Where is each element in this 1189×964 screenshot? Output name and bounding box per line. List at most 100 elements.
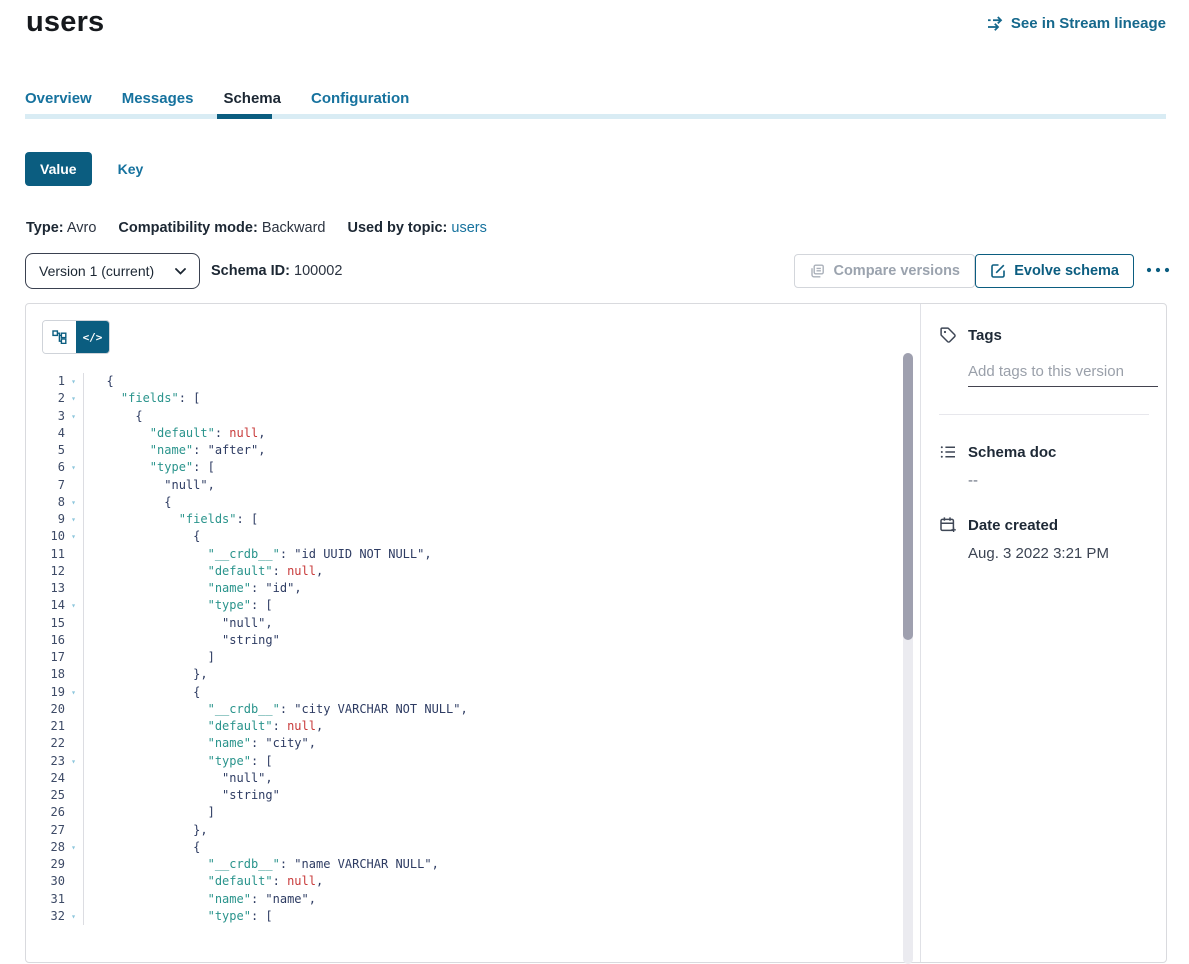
tab-messages[interactable]: Messages: [122, 90, 194, 117]
code-text: {: [83, 494, 896, 511]
compare-versions-button[interactable]: Compare versions: [794, 254, 975, 288]
version-dropdown[interactable]: Version 1 (current): [25, 253, 200, 289]
tab-schema[interactable]: Schema: [223, 90, 281, 117]
lineage-link-label: See in Stream lineage: [1011, 15, 1166, 32]
page-title: users: [26, 6, 104, 39]
code-line: 21 "default": null,: [26, 718, 896, 735]
fold-toggle-icon[interactable]: ▾: [65, 373, 82, 390]
fold-toggle-icon[interactable]: ▾: [65, 408, 82, 425]
code-line: 32▾ "type": [: [26, 908, 896, 925]
code-line: 7 "null",: [26, 477, 896, 494]
value-toggle-button[interactable]: Value: [25, 152, 92, 186]
version-dropdown-value: Version 1 (current): [39, 263, 154, 279]
code-view-button[interactable]: </>: [76, 321, 109, 353]
line-number: 6: [26, 459, 65, 476]
schema-doc-value: --: [968, 472, 1149, 489]
code-text: "null",: [83, 770, 896, 787]
line-number: 30: [26, 873, 65, 890]
schema-code-pane: </> 1▾ {2▾ "fields": [3▾ {4 "default": n…: [26, 304, 921, 962]
fold-toggle-icon[interactable]: ▾: [65, 684, 82, 701]
code-text: },: [83, 822, 896, 839]
fold-toggle-icon[interactable]: ▾: [65, 390, 82, 407]
code-line: 13 "name": "id",: [26, 580, 896, 597]
line-number: 9: [26, 511, 65, 528]
line-number: 25: [26, 787, 65, 804]
code-text: "name": "id",: [83, 580, 896, 597]
compare-versions-icon: [809, 263, 825, 279]
see-in-stream-lineage-link[interactable]: See in Stream lineage: [987, 15, 1166, 32]
tree-view-button[interactable]: [43, 321, 76, 353]
fold-spacer: [65, 873, 82, 890]
evolve-schema-button[interactable]: Evolve schema: [975, 254, 1134, 288]
tab-bar: Overview Messages Schema Configuration: [25, 90, 409, 117]
compatibility-value: Backward: [262, 220, 326, 236]
used-by-topic-label: Used by topic:: [347, 220, 447, 236]
date-created-heading-label: Date created: [968, 517, 1058, 534]
line-number: 27: [26, 822, 65, 839]
topic-link[interactable]: users: [451, 220, 486, 236]
line-number: 11: [26, 546, 65, 563]
code-line: 29 "__crdb__": "name VARCHAR NULL",: [26, 856, 896, 873]
more-actions-button[interactable]: [1143, 260, 1173, 279]
code-line: 17 ]: [26, 649, 896, 666]
fold-toggle-icon[interactable]: ▾: [65, 753, 82, 770]
code-line: 8▾ {: [26, 494, 896, 511]
schema-id-label: Schema ID:: [211, 263, 290, 279]
fold-toggle-icon[interactable]: ▾: [65, 597, 82, 614]
schema-doc-heading-label: Schema doc: [968, 444, 1056, 461]
stream-lineage-icon: [987, 16, 1004, 31]
code-text: "type": [: [83, 753, 896, 770]
line-number: 17: [26, 649, 65, 666]
line-number: 28: [26, 839, 65, 856]
tab-overview[interactable]: Overview: [25, 90, 92, 117]
fold-toggle-icon[interactable]: ▾: [65, 839, 82, 856]
code-scrollbar-thumb[interactable]: [903, 353, 913, 640]
fold-toggle-icon[interactable]: ▾: [65, 908, 82, 925]
compatibility-label: Compatibility mode:: [118, 220, 257, 236]
fold-toggle-icon[interactable]: ▾: [65, 459, 82, 476]
code-line: 30 "default": null,: [26, 873, 896, 890]
code-line: 1▾ {: [26, 373, 896, 390]
line-number: 2: [26, 390, 65, 407]
code-line: 12 "default": null,: [26, 563, 896, 580]
code-line: 5 "name": "after",: [26, 442, 896, 459]
key-toggle-button[interactable]: Key: [118, 161, 144, 177]
code-text: "__crdb__": "city VARCHAR NOT NULL",: [83, 701, 896, 718]
type-field: Type: Avro: [26, 220, 96, 236]
fold-spacer: [65, 822, 82, 839]
code-text: {: [83, 373, 896, 390]
fold-toggle-icon[interactable]: ▾: [65, 494, 82, 511]
line-number: 1: [26, 373, 65, 390]
fold-toggle-icon[interactable]: ▾: [65, 511, 82, 528]
fold-toggle-icon[interactable]: ▾: [65, 528, 82, 545]
tag-icon: [939, 326, 957, 344]
code-text: {: [83, 684, 896, 701]
code-text: "default": null,: [83, 718, 896, 735]
code-text: "fields": [: [83, 511, 896, 528]
fold-spacer: [65, 891, 82, 908]
type-label: Type:: [26, 220, 64, 236]
fold-spacer: [65, 856, 82, 873]
fold-spacer: [65, 787, 82, 804]
add-tags-input[interactable]: [968, 361, 1158, 387]
edit-schema-icon: [990, 263, 1006, 279]
code-scrollbar-track[interactable]: [903, 353, 913, 964]
line-number: 19: [26, 684, 65, 701]
sidebar-divider: [939, 414, 1149, 415]
date-created-section-heading: Date created: [939, 516, 1149, 534]
fold-spacer: [65, 701, 82, 718]
code-text: "__crdb__": "name VARCHAR NULL",: [83, 856, 896, 873]
evolve-schema-label: Evolve schema: [1014, 263, 1119, 279]
schema-id-value: 100002: [294, 263, 342, 279]
list-icon: [939, 443, 957, 461]
line-number: 18: [26, 666, 65, 683]
code-text: ]: [83, 804, 896, 821]
fold-spacer: [65, 632, 82, 649]
line-number: 8: [26, 494, 65, 511]
line-number: 32: [26, 908, 65, 925]
tab-configuration[interactable]: Configuration: [311, 90, 409, 117]
code-text: },: [83, 666, 896, 683]
code-text: "string": [83, 632, 896, 649]
code-line: 4 "default": null,: [26, 425, 896, 442]
chevron-down-icon: [175, 268, 186, 275]
